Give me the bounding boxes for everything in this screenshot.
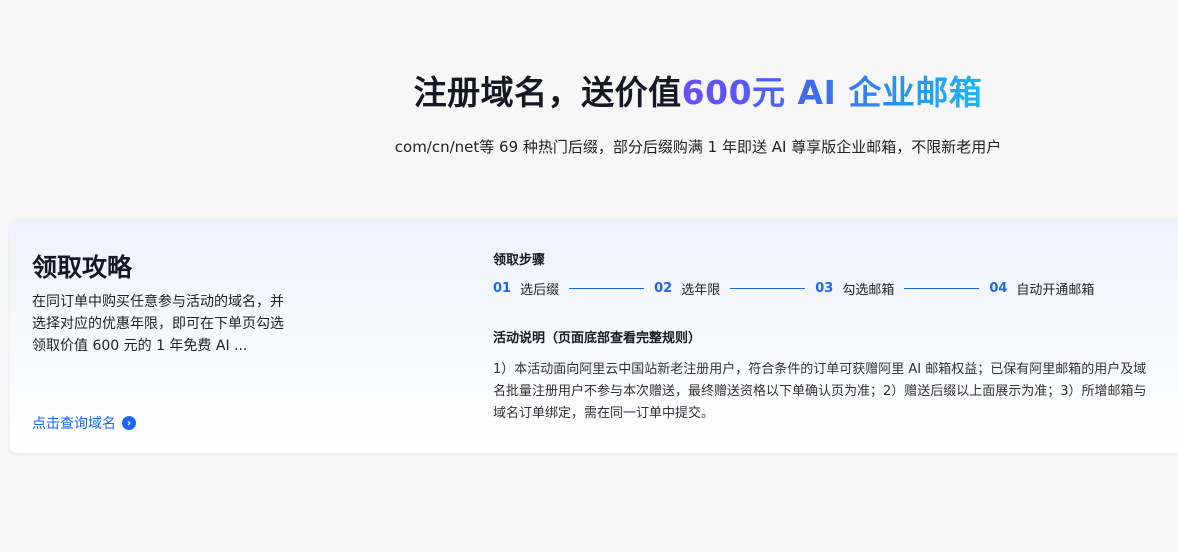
guide-title: 领取攻略: [32, 253, 133, 282]
step-item: 03 勾选邮箱: [815, 279, 894, 298]
query-domain-link[interactable]: 点击查询域名 ›: [32, 413, 136, 433]
step-name: 选后缀: [520, 283, 560, 298]
step-item: 02 选年限: [654, 279, 720, 298]
step-name: 选年限: [681, 283, 721, 298]
guide-card: 领取攻略 在同订单中购买任意参与活动的域名，并选择对应的优惠年限，即可在下单页勾…: [10, 219, 1178, 453]
step-name: 自动开通邮箱: [1016, 283, 1095, 298]
notes-text: 1）本活动面向阿里云中国站新老注册用户，符合条件的订单可获赠阿里 AI 邮箱权益…: [493, 362, 1147, 421]
step-name: 勾选邮箱: [842, 283, 895, 298]
notes-label: 活动说明（页面底部查看完整规则）: [493, 331, 702, 346]
step-item: 04 自动开通邮箱: [989, 279, 1094, 298]
step-number: 02: [654, 281, 673, 296]
step-connector: [730, 288, 806, 289]
hero-title-highlight: 600元 AI 企业邮箱: [681, 73, 983, 112]
step-number: 01: [493, 281, 512, 296]
guide-description: 在同订单中购买任意参与活动的域名，并选择对应的优惠年限，即可在下单页勾选领取价值…: [32, 294, 284, 354]
query-domain-link-label: 点击查询域名: [32, 416, 116, 432]
chevron-right-circle-icon: ›: [122, 416, 136, 430]
steps-progress: 01 选后缀 02 选年限 03 勾选邮箱 04 自动开通邮箱: [493, 279, 1094, 298]
step-connector: [569, 288, 645, 289]
step-number: 04: [989, 281, 1008, 296]
hero-title-plain: 注册域名，送价值: [413, 73, 682, 112]
steps-label: 领取步骤: [493, 253, 546, 268]
hero-title: 注册域名，送价值600元 AI 企业邮箱: [0, 66, 1178, 114]
step-number: 03: [815, 281, 834, 296]
hero-subtitle: com/cn/net等 69 种热门后缀，部分后缀购满 1 年即送 AI 尊享版…: [394, 138, 1002, 156]
step-connector: [904, 288, 980, 289]
step-item: 01 选后缀: [493, 279, 559, 298]
